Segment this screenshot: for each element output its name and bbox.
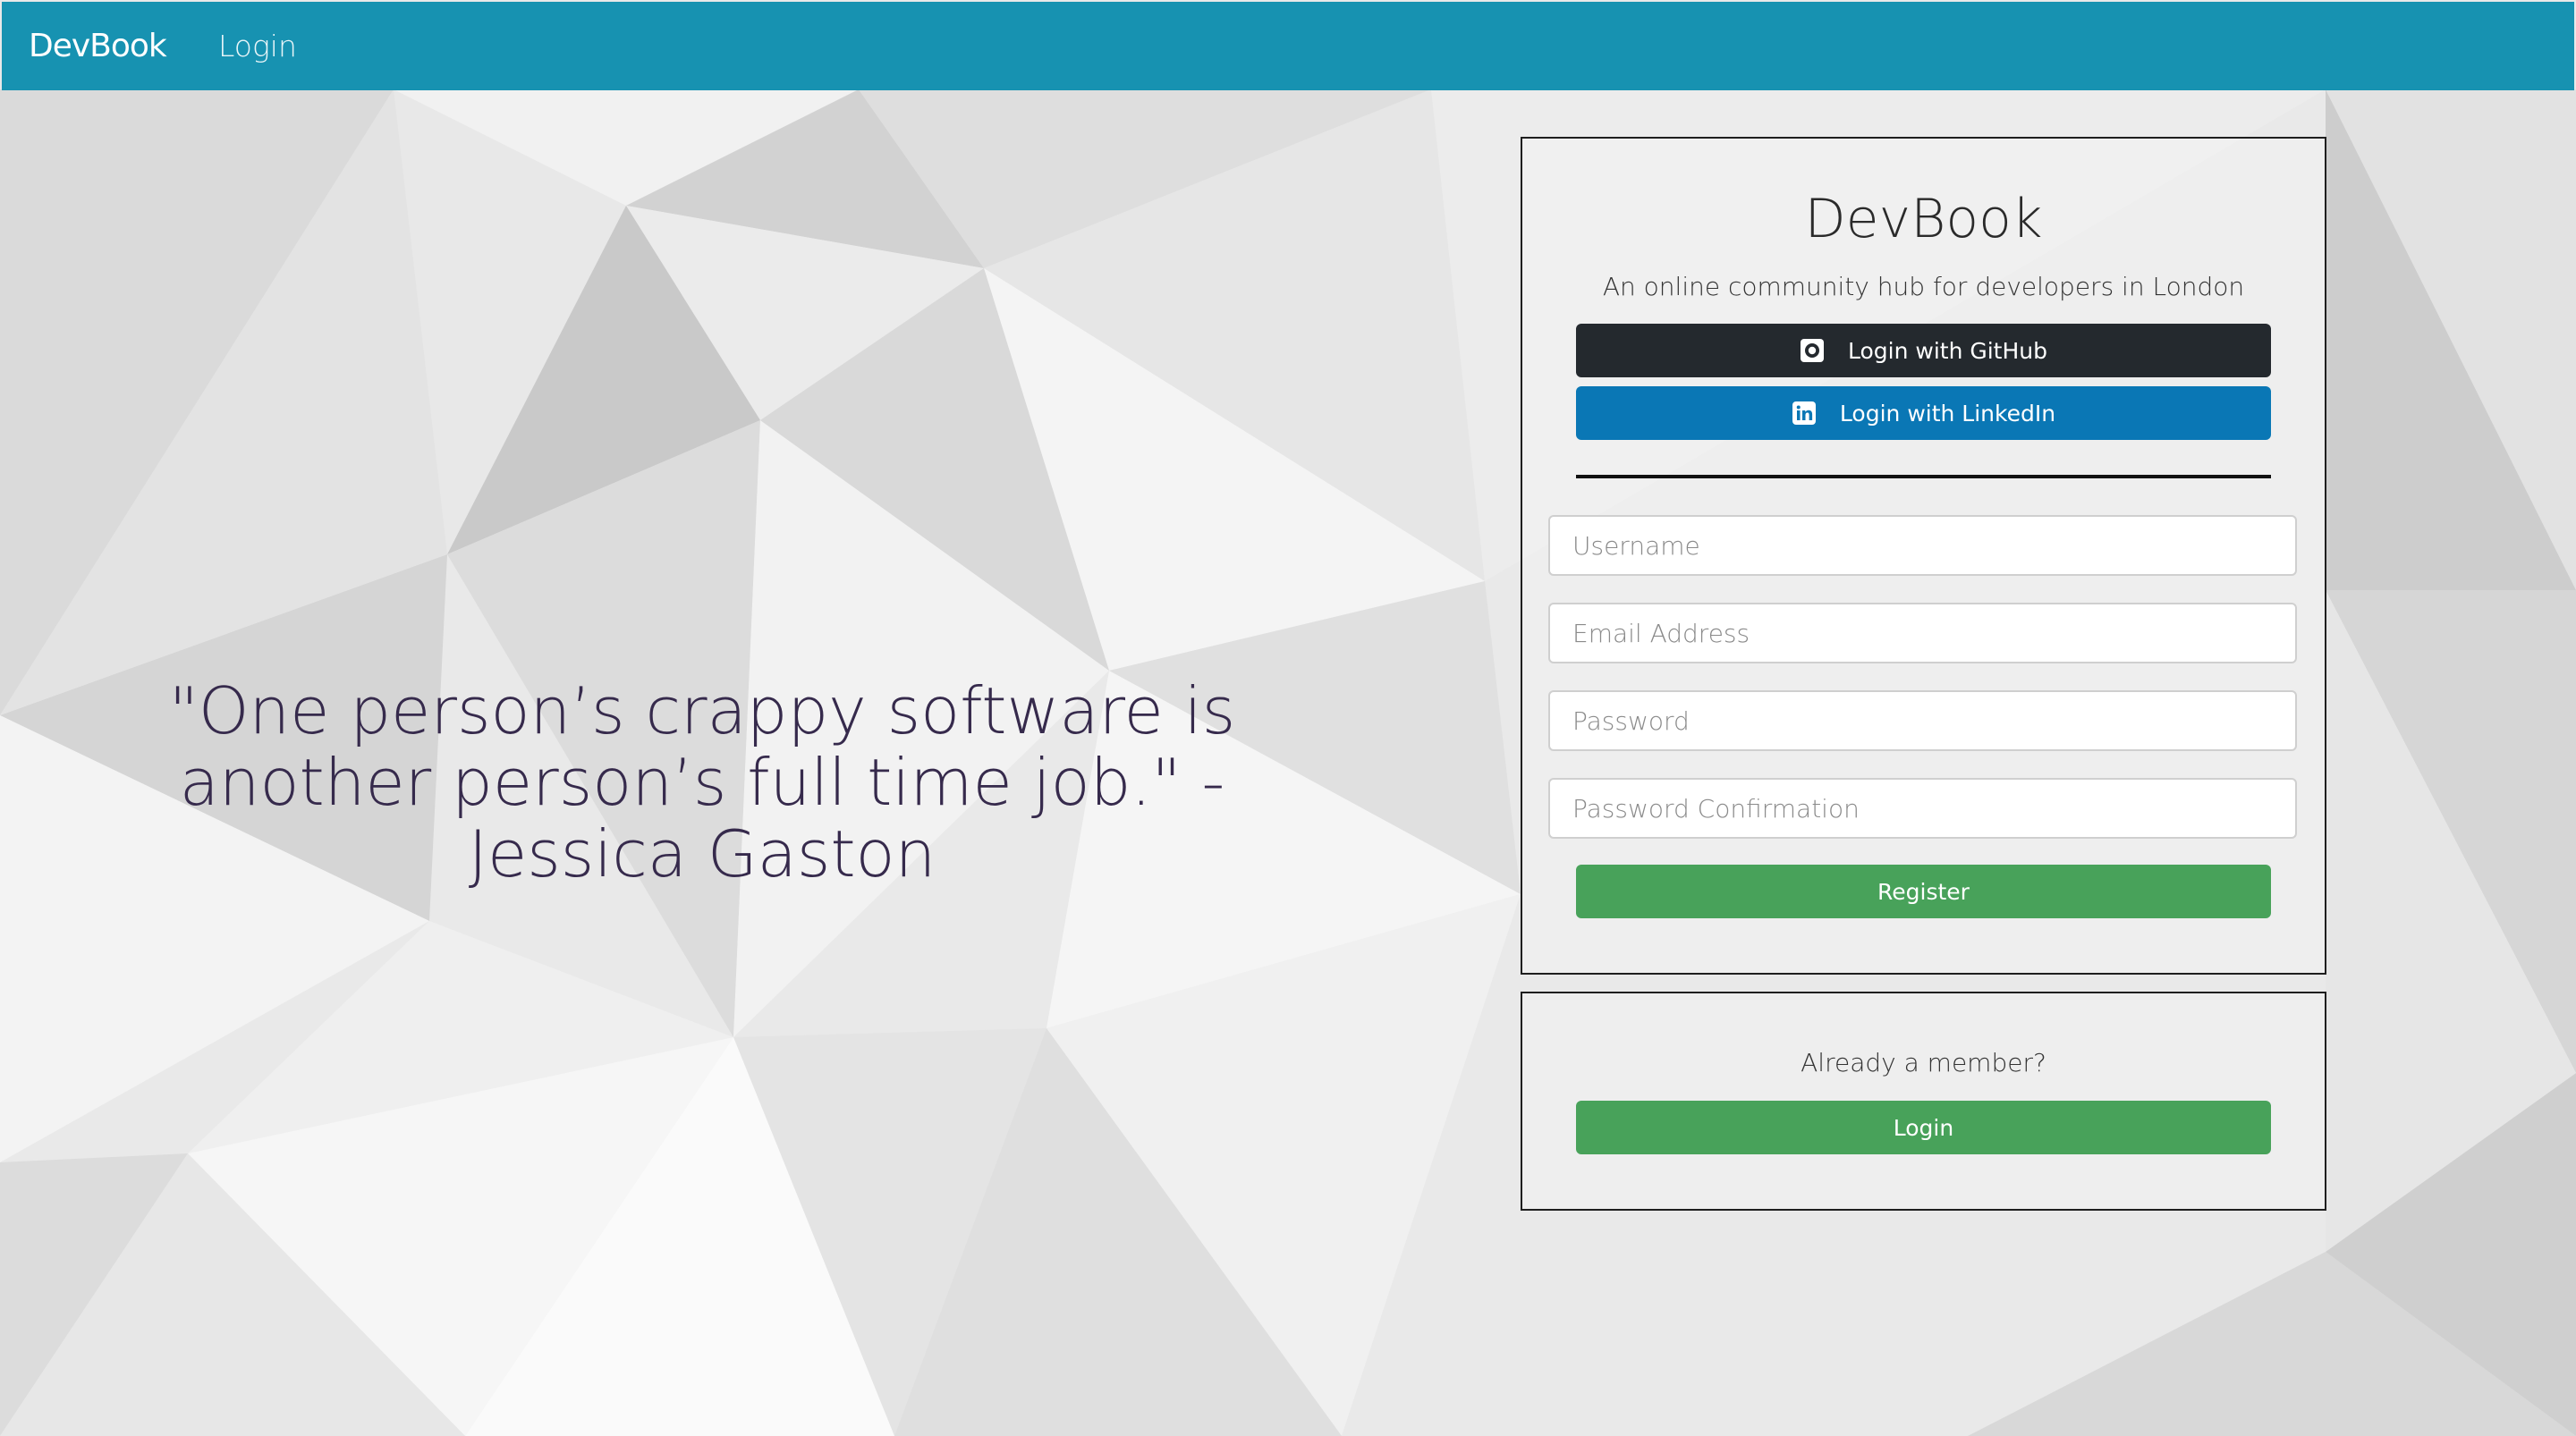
hero-quote: "One person’s crappy software is another… [168, 673, 1236, 891]
github-icon [1800, 338, 1825, 363]
password-confirmation-input[interactable] [1548, 778, 2297, 839]
login-github-button[interactable]: Login with GitHub [1576, 324, 2271, 377]
login-github-label: Login with GitHub [1847, 337, 2047, 364]
register-button-label: Register [1877, 878, 1970, 905]
register-button[interactable]: Register [1576, 865, 2271, 918]
email-input[interactable] [1548, 603, 2297, 663]
password-input[interactable] [1548, 690, 2297, 751]
section-divider [1576, 475, 2271, 478]
already-member-text: Already a member? [1801, 1048, 2046, 1077]
top-navbar: DevBook Login [2, 2, 2574, 90]
card-title: DevBook [1804, 188, 2043, 250]
brand-logo[interactable]: DevBook [29, 2, 167, 90]
login-button[interactable]: Login [1576, 1101, 2271, 1154]
nav-login-link[interactable]: Login [218, 2, 297, 90]
card-subtitle: An online community hub for developers i… [1602, 272, 2245, 301]
login-linkedin-button[interactable]: Login with LinkedIn [1576, 386, 2271, 440]
login-linkedin-label: Login with LinkedIn [1839, 400, 2056, 427]
username-input[interactable] [1548, 515, 2297, 576]
login-button-label: Login [1893, 1114, 1954, 1141]
linkedin-icon [1792, 401, 1817, 426]
